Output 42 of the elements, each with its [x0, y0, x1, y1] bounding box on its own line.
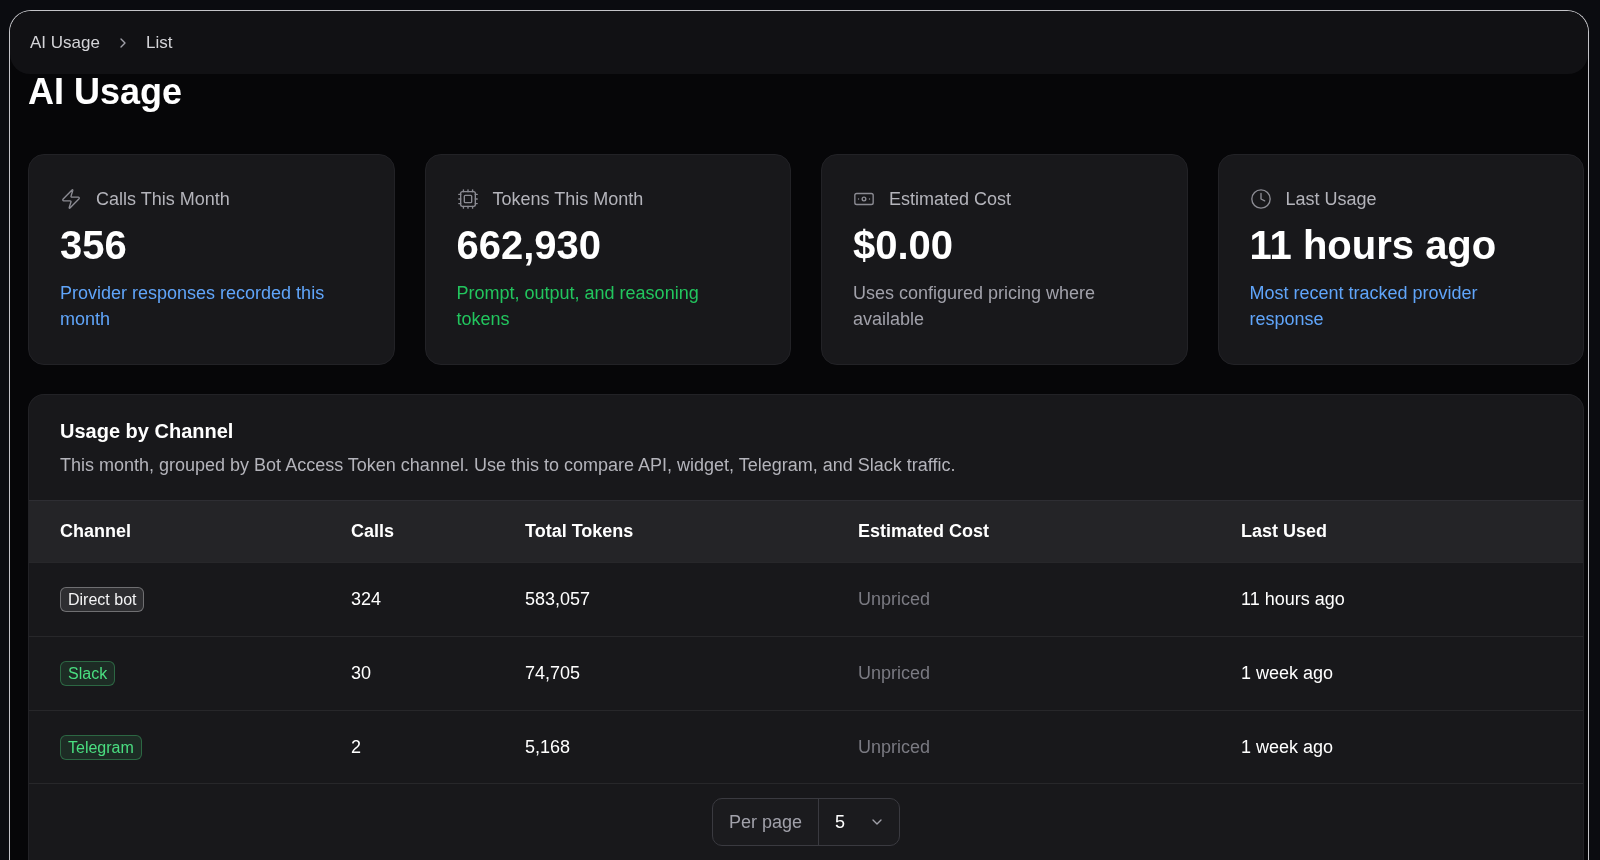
page-title: AI Usage: [28, 74, 183, 110]
table-cell: Unpriced: [858, 589, 931, 610]
table-cell: 5,168: [525, 736, 571, 758]
table-cell: 11 hours ago: [1241, 589, 1345, 610]
table-cell: 583,057: [525, 589, 591, 610]
table-cell: 1 week ago: [1241, 663, 1334, 684]
stat-value: 356: [60, 223, 127, 267]
stat-value: 11 hours ago: [1249, 223, 1497, 267]
chip-icon: [456, 188, 479, 210]
stat-label: Last Usage: [1285, 188, 1377, 210]
stat-label: Tokens This Month: [492, 188, 644, 210]
column-header: Channel: [60, 521, 131, 542]
stat-value: $0.00: [853, 223, 954, 267]
stat-label: Calls This Month: [96, 188, 230, 210]
stat-label: Estimated Cost: [889, 188, 1012, 210]
stat-value: 662,930: [456, 223, 602, 267]
table-cell: 324: [351, 589, 382, 610]
column-header: Total Tokens: [525, 521, 634, 542]
breadcrumb-current: List: [145, 32, 173, 53]
table-cell: Unpriced: [858, 736, 931, 758]
lightning-icon: [60, 188, 82, 210]
stat-description: Most recent tracked provider response: [1249, 282, 1479, 331]
table-cell: 2: [351, 736, 361, 758]
per-page-label: Per page: [712, 799, 819, 845]
column-header: Estimated Cost: [858, 521, 990, 542]
table-cell: Unpriced: [858, 663, 931, 684]
panel-description: This month, grouped by Bot Access Token channel. Use this to compare API, widget, Telegram, and Slack traffic.: [60, 454, 956, 477]
clock-icon: [1249, 188, 1272, 210]
column-header: Calls: [351, 521, 395, 542]
column-header: Last Used: [1241, 521, 1328, 542]
channel-tag: Telegram: [60, 734, 142, 760]
breadcrumb-link[interactable]: AI Usage: [30, 32, 100, 53]
panel-title: Usage by Channel: [60, 419, 234, 444]
channel-tag: Direct bot: [60, 587, 145, 612]
table-cell: 1 week ago: [1241, 736, 1334, 758]
table-cell: 30: [351, 663, 372, 684]
channel-tag: Slack: [60, 661, 116, 686]
table-cell: 74,705: [525, 663, 581, 684]
stat-description: Prompt, output, and reasoning tokens: [456, 282, 700, 331]
stat-description: Uses configured pricing where available: [853, 282, 1097, 331]
per-page-select[interactable]: 5: [819, 799, 900, 845]
stat-description: Provider responses recorded this month: [60, 282, 326, 331]
